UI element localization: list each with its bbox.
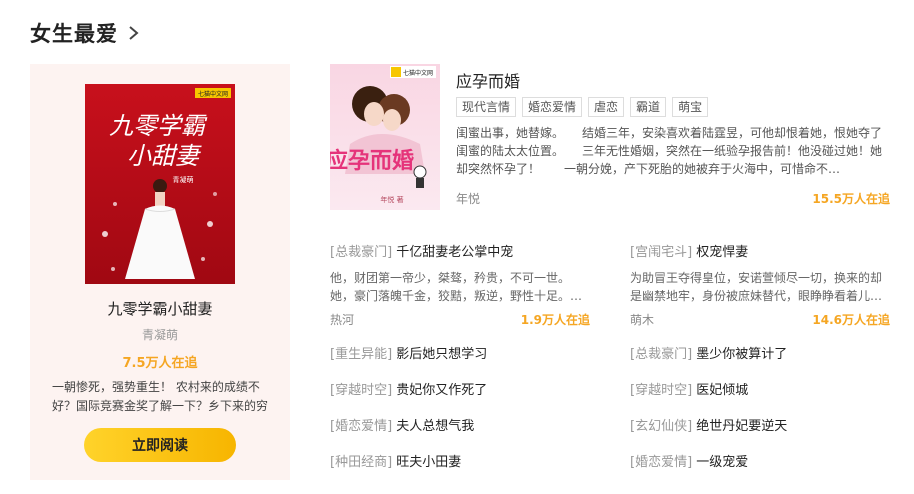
top-cover-logo: 七猫中文网 — [403, 69, 433, 77]
list-item[interactable]: [重生异能] 影后她只想学习 — [330, 345, 590, 365]
book-title[interactable]: 贵妃你又作死了 — [396, 383, 487, 398]
section-header[interactable]: 女生最爱 — [30, 18, 142, 48]
book-genre[interactable]: [玄幻仙侠] — [630, 419, 692, 434]
book-description: 他，财团第一帝少，桀骜，矜贵，不可一世。她，豪门落魄千金，狡黠，叛逆，野性十足。… — [330, 271, 583, 303]
top-cover-author: 年悦 著 — [380, 195, 403, 204]
featured-book-author[interactable]: 青凝萌 — [30, 326, 290, 343]
book-title[interactable]: 夫人总想气我 — [396, 419, 474, 434]
cover-title-line1: 九零学霸 — [109, 112, 208, 140]
list-item[interactable]: [穿越时空] 贵妃你又作死了 — [330, 381, 590, 401]
top-cover-title: 应孕而婚 — [330, 148, 414, 174]
cover-title-line2: 小甜妻 — [127, 142, 202, 170]
featured-book-title[interactable]: 九零学霸小甜妻 — [30, 298, 290, 319]
book-genre[interactable]: [种田经商] — [330, 455, 392, 470]
top-book-readers: 15.5万人在追 — [812, 192, 890, 206]
book-genre[interactable]: [总裁豪门] — [330, 245, 392, 260]
tag-item[interactable]: 霸道 — [630, 97, 667, 117]
book-genre[interactable]: [重生异能] — [330, 347, 392, 362]
cover-author: 青凝萌 — [173, 175, 194, 184]
featured-book-card: 七猫中文网 九零学霸 小甜妻 青凝萌 九零学霸小甜妻 青凝萌 7.5万人在追 一… — [30, 64, 290, 480]
list-item[interactable]: [婚恋爱情] 夫人总想气我 — [330, 417, 590, 437]
top-book-description: 闺蜜出事，她替嫁。 结婚三年，安染喜欢着陆霆昱，可他却恨着她，恨她夺了闺蜜的陆太… — [456, 126, 883, 176]
book-title[interactable]: 影后她只想学习 — [396, 347, 487, 362]
book-title-line[interactable]: [总裁豪门] 千亿甜妻老公掌中宠 — [330, 243, 590, 263]
featured-book-description: 一朝惨死，强势重生！ 农村来的成绩不好？国际竞赛金奖了解一下？乡下来的穷 — [52, 380, 269, 413]
book-card: [宫闱宅斗] 权宠悍妻 为助冒王夺得皇位，安诺萱倾尽一切，换来的却是幽禁地牢，身… — [630, 243, 890, 333]
book-title-line[interactable]: [宫闱宅斗] 权宠悍妻 — [630, 243, 890, 263]
book-title[interactable]: 墨少你被算计了 — [696, 347, 787, 362]
book-genre[interactable]: [穿越时空] — [330, 383, 392, 398]
book-title[interactable]: 一级宠爱 — [696, 455, 748, 470]
book-description: 为助冒王夺得皇位，安诺萱倾尽一切，换来的却是幽禁地牢，身份被庶妹替代，眼睁睁看着… — [630, 271, 883, 303]
book-author[interactable]: 萌木 — [630, 311, 654, 328]
list-item[interactable]: [穿越时空] 医妃倾城 — [630, 381, 890, 401]
top-book-cover[interactable]: 七猫中文网 应孕而婚 年悦 著 — [330, 64, 440, 210]
book-genre[interactable]: [婚恋爱情] — [630, 455, 692, 470]
book-title[interactable]: 千亿甜妻老公掌中宠 — [396, 245, 513, 260]
top-book-card: 七猫中文网 应孕而婚 年悦 著 应孕而婚 现代言情 婚恋爱情 虐恋 霸道 萌宝 … — [330, 64, 890, 212]
book-card: [总裁豪门] 千亿甜妻老公掌中宠 他，财团第一帝少，桀骜，矜贵，不可一世。她，豪… — [330, 243, 590, 333]
tag-item[interactable]: 现代言情 — [456, 97, 517, 117]
book-title[interactable]: 旺夫小田妻 — [396, 455, 461, 470]
list-item[interactable]: [玄幻仙侠] 绝世丹妃要逆天 — [630, 417, 890, 437]
list-item[interactable]: [婚恋爱情] 一级宠爱 — [630, 453, 890, 473]
chevron-right-icon[interactable] — [126, 23, 142, 43]
top-book-tags: 现代言情 婚恋爱情 虐恋 霸道 萌宝 — [456, 97, 709, 117]
featured-book-readers: 7.5万人在追 — [122, 356, 198, 371]
book-genre[interactable]: [宫闱宅斗] — [630, 245, 692, 260]
book-title[interactable]: 医妃倾城 — [696, 383, 748, 398]
book-readers: 1.9万人在追 — [520, 313, 590, 327]
list-item[interactable]: [种田经商] 旺夫小田妻 — [330, 453, 590, 473]
cover-logo: 七猫中文网 — [198, 90, 228, 98]
tag-item[interactable]: 萌宝 — [672, 97, 709, 117]
book-title[interactable]: 绝世丹妃要逆天 — [696, 419, 787, 434]
list-item[interactable]: [总裁豪门] 墨少你被算计了 — [630, 345, 890, 365]
read-now-button[interactable]: 立即阅读 — [84, 428, 236, 462]
book-title[interactable]: 权宠悍妻 — [696, 245, 748, 260]
section-title[interactable]: 女生最爱 — [30, 18, 118, 48]
top-book-title[interactable]: 应孕而婚 — [456, 68, 520, 92]
top-book-author[interactable]: 年悦 — [456, 190, 480, 207]
featured-book-cover[interactable]: 七猫中文网 九零学霸 小甜妻 青凝萌 — [85, 84, 235, 284]
tag-item[interactable]: 婚恋爱情 — [522, 97, 583, 117]
tag-item[interactable]: 虐恋 — [588, 97, 625, 117]
book-readers: 14.6万人在追 — [812, 313, 890, 327]
book-genre[interactable]: [穿越时空] — [630, 383, 692, 398]
book-author[interactable]: 热河 — [330, 311, 354, 328]
book-genre[interactable]: [婚恋爱情] — [330, 419, 392, 434]
book-genre[interactable]: [总裁豪门] — [630, 347, 692, 362]
